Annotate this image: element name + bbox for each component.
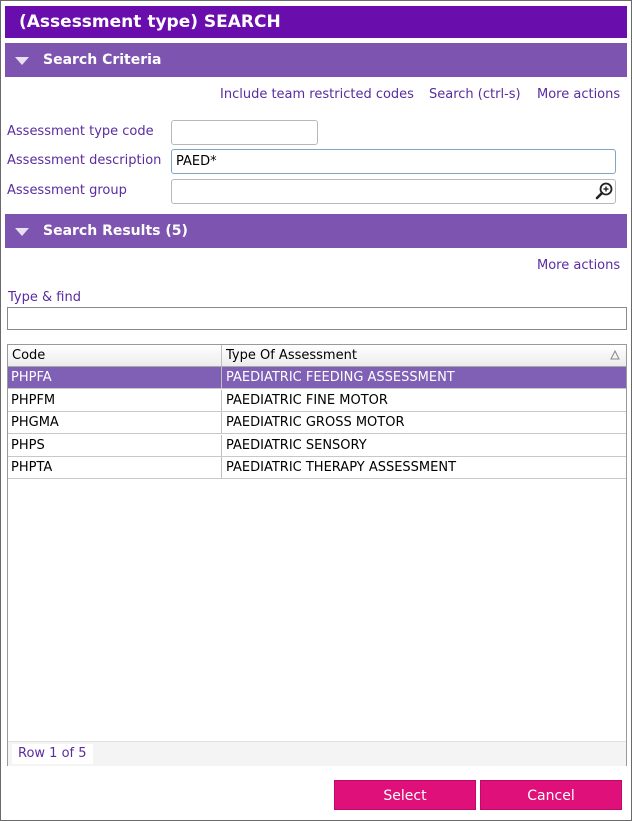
cell-code: PHPS: [11, 437, 45, 453]
column-header-code[interactable]: Code: [8, 345, 221, 366]
type-and-find-label: Type & find: [8, 290, 81, 305]
grid-header: Code Type Of Assessment: [8, 345, 626, 367]
collapse-icon[interactable]: [15, 228, 29, 236]
collapse-icon[interactable]: [15, 57, 29, 65]
lookup-magnifier-icon[interactable]: [594, 181, 614, 201]
search-results-header[interactable]: Search Results (5): [5, 214, 627, 248]
more-actions-link[interactable]: More actions: [537, 87, 620, 102]
search-dialog: (Assessment type) SEARCH Search Criteria…: [0, 0, 632, 821]
select-button[interactable]: Select: [334, 780, 476, 810]
dialog-title: (Assessment type) SEARCH: [5, 6, 627, 38]
table-row[interactable]: PHPS PAEDIATRIC SENSORY: [8, 434, 626, 457]
search-link[interactable]: Search (ctrl-s): [429, 87, 521, 102]
table-row[interactable]: PHPTA PAEDIATRIC THERAPY ASSESSMENT: [8, 457, 626, 480]
grid-footer: Row 1 of 5: [8, 741, 626, 766]
assessment-group-input[interactable]: [171, 179, 616, 204]
table-row[interactable]: PHGMA PAEDIATRIC GROSS MOTOR: [8, 412, 626, 435]
column-header-type[interactable]: Type Of Assessment: [222, 345, 602, 366]
results-more-actions-link[interactable]: More actions: [537, 258, 620, 273]
cell-type-of-assessment: PAEDIATRIC SENSORY: [221, 434, 626, 456]
table-row[interactable]: PHPFA PAEDIATRIC FEEDING ASSESSMENT: [8, 367, 626, 389]
cell-type-of-assessment: PAEDIATRIC FEEDING ASSESSMENT: [221, 367, 626, 388]
cell-type-of-assessment: PAEDIATRIC GROSS MOTOR: [221, 412, 626, 434]
results-grid: Code Type Of Assessment PHPFA PAEDIATRIC …: [7, 344, 627, 766]
assessment-type-code-input[interactable]: [171, 120, 318, 145]
assessment-description-input[interactable]: [171, 149, 616, 174]
include-team-restricted-link[interactable]: Include team restricted codes: [220, 87, 414, 102]
row-count: Row 1 of 5: [12, 744, 93, 764]
cell-code: PHPFM: [11, 392, 56, 408]
cell-code: PHGMA: [11, 415, 59, 431]
cell-code: PHPFA: [11, 370, 52, 385]
table-row[interactable]: PHPFM PAEDIATRIC FINE MOTOR: [8, 389, 626, 412]
search-results-title: Search Results (5): [43, 223, 188, 239]
assessment-type-code-label: Assessment type code: [7, 124, 154, 139]
search-criteria-title: Search Criteria: [43, 52, 162, 68]
type-and-find-input[interactable]: [7, 307, 627, 330]
sort-ascending-icon[interactable]: [610, 350, 620, 360]
cell-code: PHPTA: [11, 460, 53, 476]
assessment-description-label: Assessment description: [7, 153, 162, 168]
cancel-button[interactable]: Cancel: [480, 780, 622, 810]
assessment-group-label: Assessment group: [7, 183, 127, 198]
cell-type-of-assessment: PAEDIATRIC FINE MOTOR: [221, 389, 626, 411]
search-criteria-header[interactable]: Search Criteria: [5, 43, 627, 77]
cell-type-of-assessment: PAEDIATRIC THERAPY ASSESSMENT: [221, 457, 626, 479]
